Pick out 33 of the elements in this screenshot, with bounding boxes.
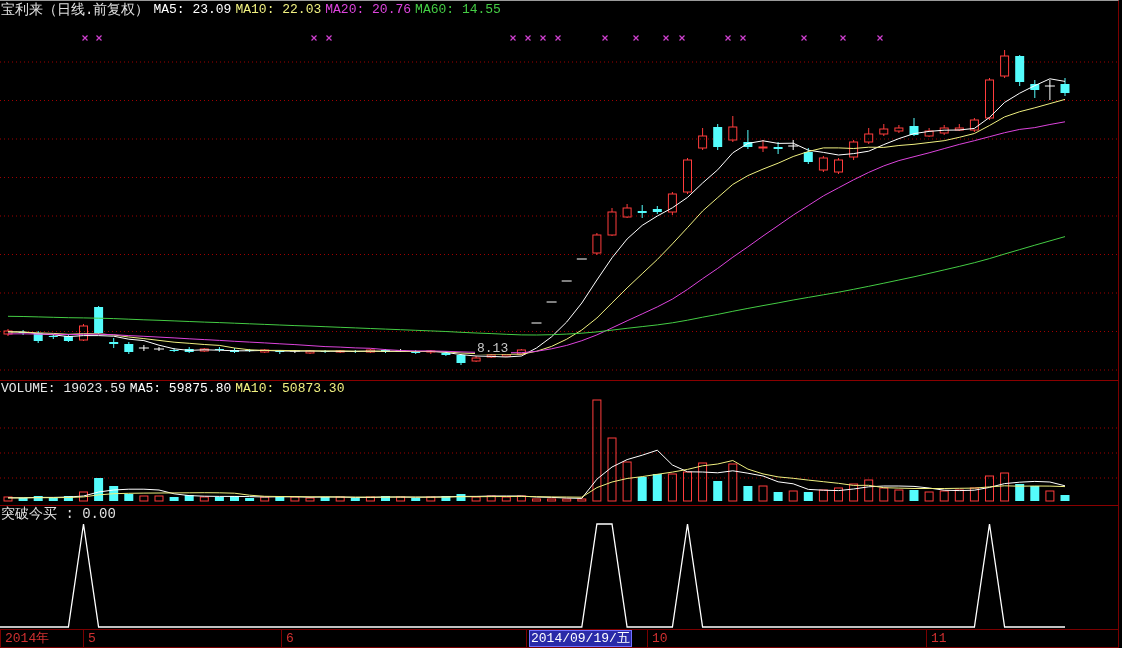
moving-average-value: MA10: 22.03: [235, 1, 322, 18]
volume-indicator-value: VOLUME: 19023.59: [1, 381, 126, 397]
time-axis-label: 10: [651, 630, 669, 647]
cross-marker-icon: [739, 34, 747, 42]
cross-marker-icon: [724, 34, 732, 42]
cross-marker-icon: [539, 34, 547, 42]
time-axis-label: 11: [930, 630, 948, 647]
cross-marker-icon: [678, 34, 686, 42]
cross-marker-icon: [524, 34, 532, 42]
cross-marker-icon: [554, 34, 562, 42]
time-axis-label: 6: [285, 630, 295, 647]
cross-marker-icon: [310, 34, 318, 42]
low-price-label: 8.13: [477, 341, 509, 356]
cross-marker-icon: [800, 34, 808, 42]
moving-average-value: MA20: 20.76: [325, 1, 412, 18]
cross-marker-icon: [325, 34, 333, 42]
moving-average-value: MA5: 23.09: [153, 1, 232, 18]
moving-average-value: MA60: 14.55: [415, 1, 501, 18]
volume-indicator-value: MA5: 59875.80: [129, 381, 232, 397]
cross-marker-icon: [81, 34, 89, 42]
cross-marker-icon: [632, 34, 640, 42]
time-axis-label: 5: [87, 630, 97, 647]
cross-marker-icon: [662, 34, 670, 42]
time-axis-label: 2014年: [4, 630, 51, 647]
volume-indicator-value: MA10: 50873.30: [235, 381, 345, 397]
time-axis-label: 2014/09/19/五: [529, 630, 632, 647]
cross-marker-icon: [876, 34, 884, 42]
cross-marker-icon: [839, 34, 847, 42]
cross-marker-icon: [601, 34, 609, 42]
stock-title: 宝利来（日线.前复权）: [1, 1, 150, 18]
indicator-title: 突破今买 : 0.00: [1, 506, 116, 522]
cross-marker-icon: [509, 34, 517, 42]
cross-marker-icon: [95, 34, 103, 42]
